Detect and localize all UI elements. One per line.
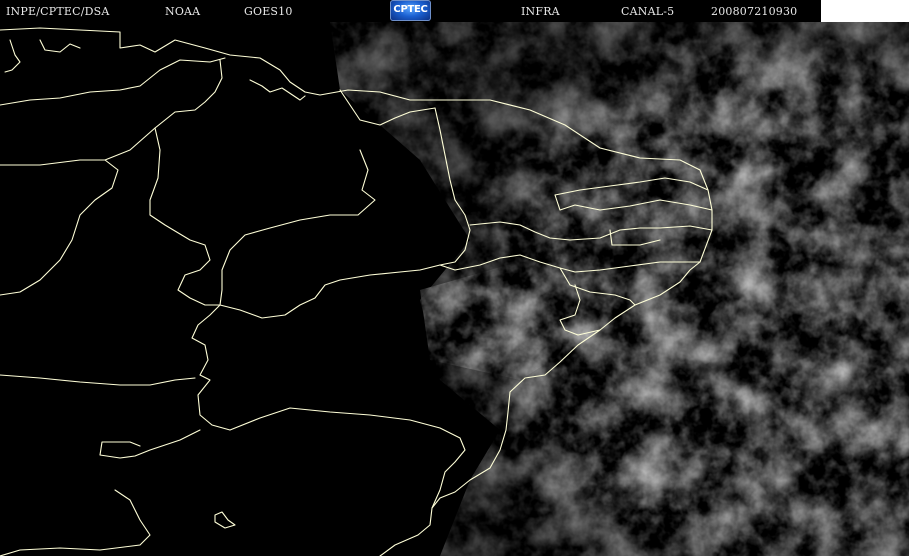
timestamp-label: 200807210930 bbox=[711, 5, 798, 18]
image-header-bar: INPE/CPTEC/DSA NOAA GOES10 CPTEC INFRA C… bbox=[0, 0, 909, 22]
cptec-logo-text: CPTEC bbox=[393, 4, 428, 15]
channel-label: CANAL-5 bbox=[621, 5, 675, 18]
source-label: INPE/CPTEC/DSA bbox=[6, 5, 110, 18]
agency-label: NOAA bbox=[165, 5, 201, 18]
satellite-image-viewer: INPE/CPTEC/DSA NOAA GOES10 CPTEC INFRA C… bbox=[0, 0, 909, 556]
band-label: INFRA bbox=[521, 5, 560, 18]
satellite-label: GOES10 bbox=[244, 5, 293, 18]
satellite-imagery bbox=[0, 22, 909, 556]
cptec-logo: CPTEC bbox=[390, 0, 431, 21]
corner-white-block bbox=[821, 0, 909, 22]
cloud-field bbox=[0, 22, 909, 556]
